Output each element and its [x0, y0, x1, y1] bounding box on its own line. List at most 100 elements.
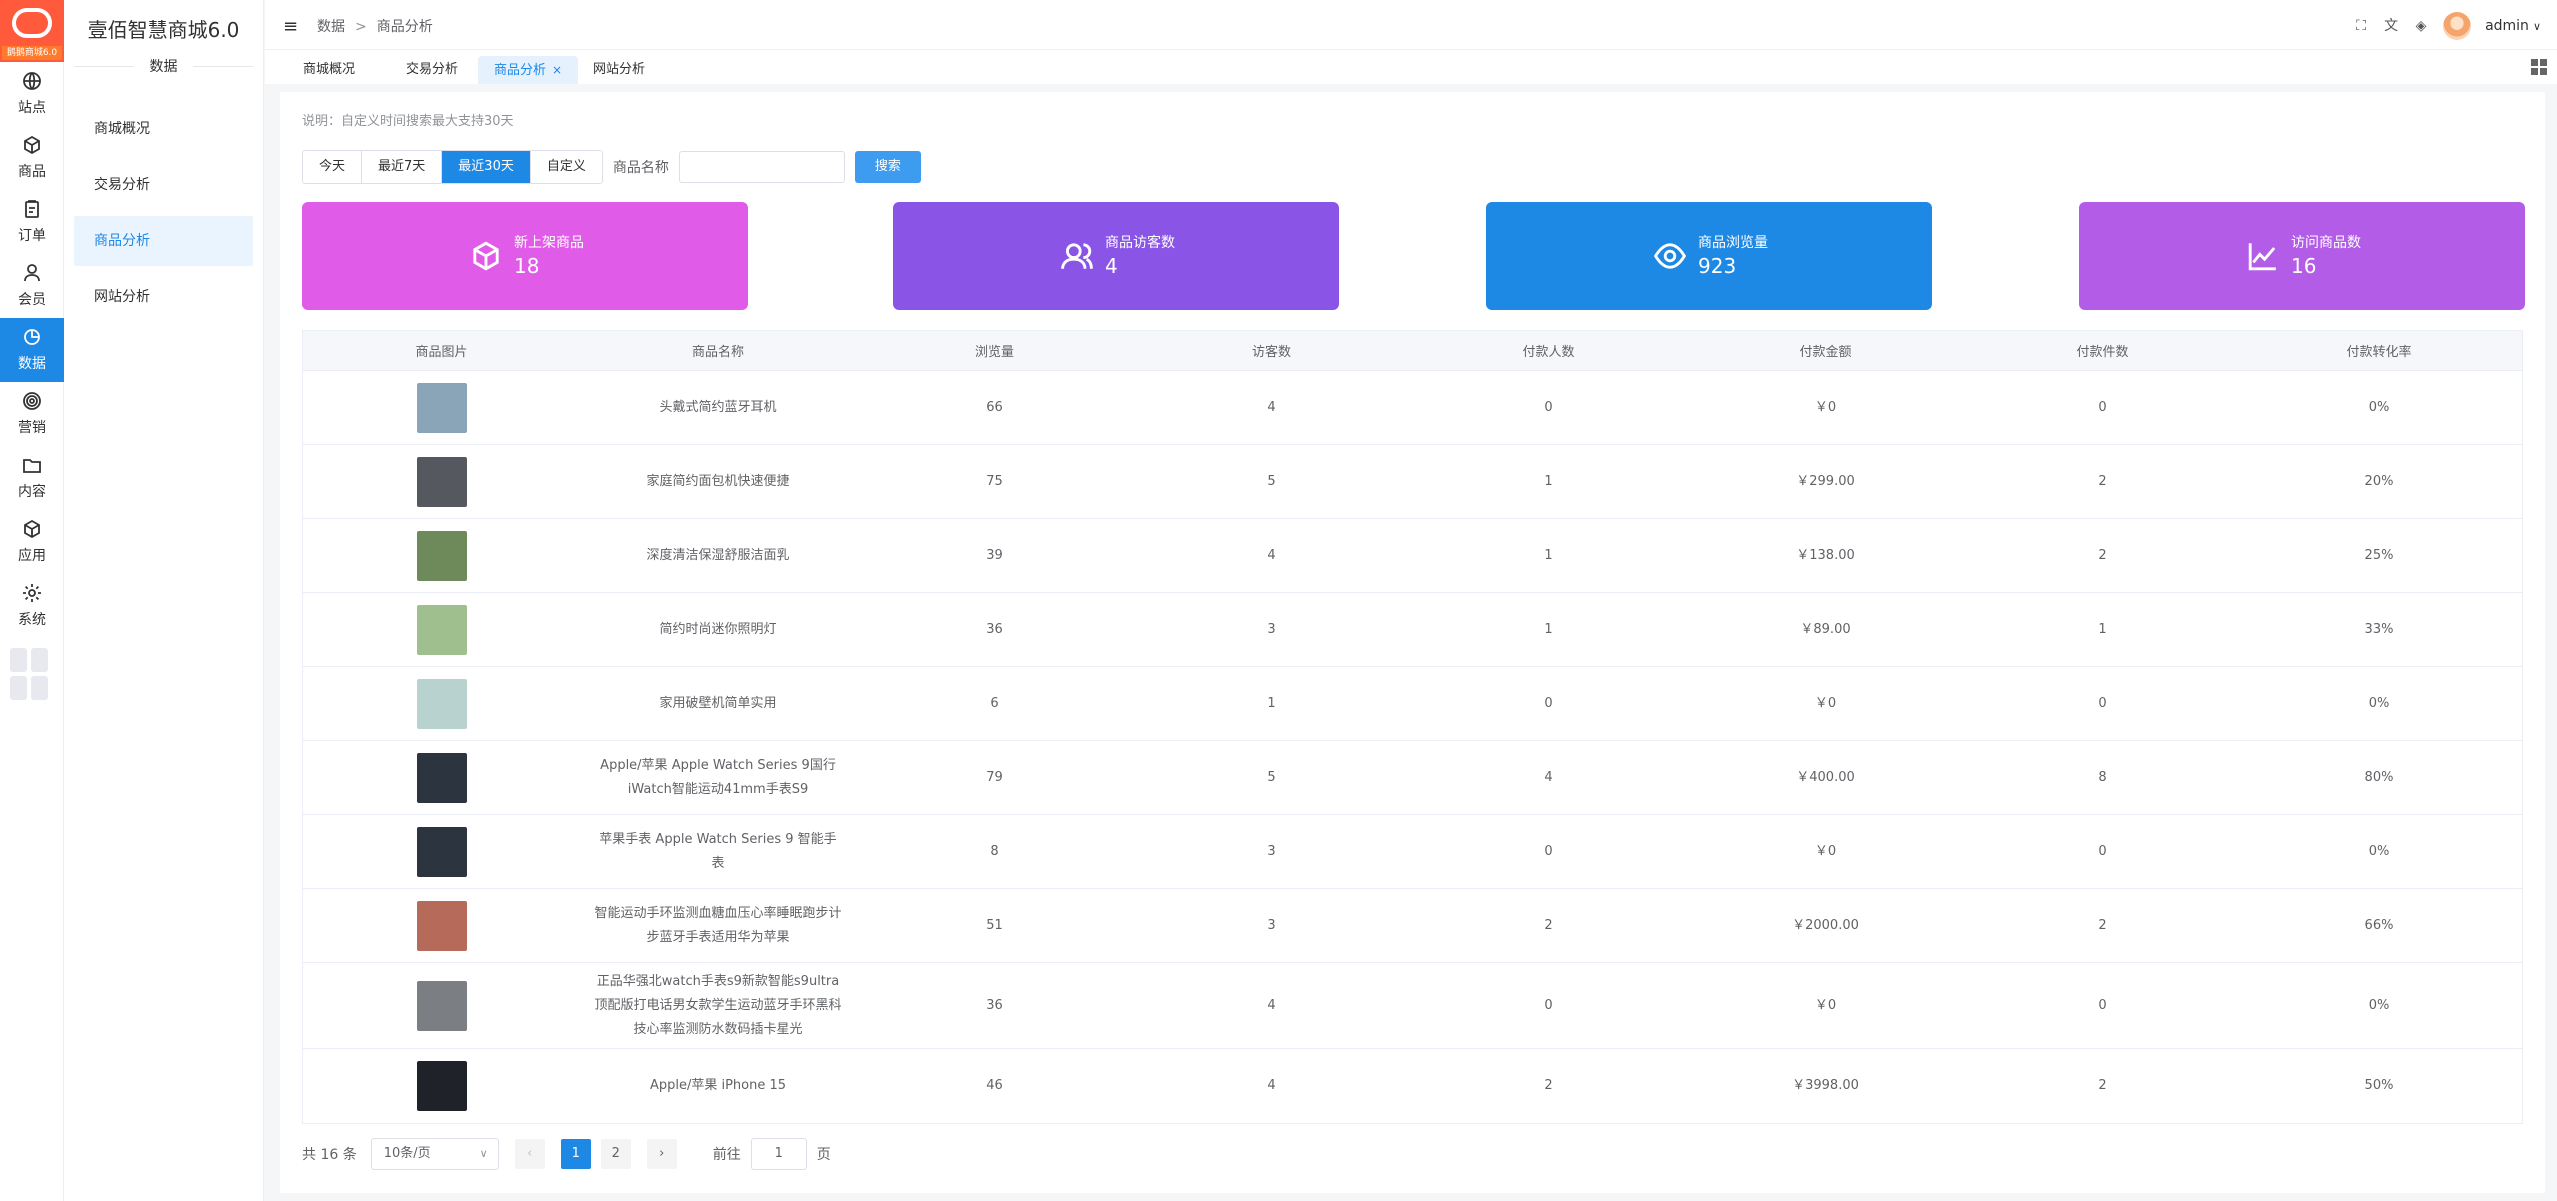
- range-option-3[interactable]: 自定义: [530, 151, 602, 183]
- cell-qty: 8: [2098, 769, 2107, 785]
- rail-item-label: 订单: [18, 228, 46, 244]
- page-button-2[interactable]: 2: [600, 1139, 631, 1169]
- product-thumbnail[interactable]: [416, 826, 467, 877]
- range-option-2[interactable]: 最近30天: [442, 151, 531, 183]
- next-page-button[interactable]: ›: [646, 1139, 677, 1169]
- table-row[interactable]: 苹果手表 Apple Watch Series 9 智能手表 8 3 0 ￥0 0 0%: [303, 815, 2522, 889]
- table-row[interactable]: 家用破壁机简单实用 6 1 0 ￥0 0 0%: [303, 667, 2522, 741]
- product-thumbnail[interactable]: [416, 752, 467, 803]
- cell-amount: ￥3998.00: [1792, 1078, 1859, 1093]
- stat-cards: 新上架商品 18 商品访客数 4 商品浏览量 923 访问商品数 16: [302, 202, 2525, 310]
- sidebar-item-3[interactable]: 网站分析: [74, 272, 253, 322]
- rail-item-3[interactable]: 会员: [0, 254, 64, 318]
- cell-amount: ￥0: [1814, 997, 1837, 1013]
- rail-item-6[interactable]: 内容: [0, 446, 64, 510]
- app-logo[interactable]: 鹅鹅商城6.0: [0, 0, 64, 62]
- tab-label: 商品分析: [494, 63, 547, 78]
- page-size-select[interactable]: 10条/页 ∨: [370, 1138, 499, 1170]
- rail-item-4[interactable]: 数据: [0, 318, 64, 382]
- rail-item-2[interactable]: 订单: [0, 190, 64, 254]
- page-button-1[interactable]: 1: [560, 1139, 591, 1169]
- table-row[interactable]: 简约时尚迷你照明灯 36 3 1 ￥89.00 1 33%: [303, 593, 2522, 667]
- rail-item-0[interactable]: 站点: [0, 62, 64, 126]
- cell-rate: 0%: [2368, 399, 2390, 415]
- table-row[interactable]: Apple/苹果 iPhone 15 46 4 2 ￥3998.00 2 50%: [303, 1049, 2522, 1123]
- product-thumbnail[interactable]: [416, 530, 467, 581]
- cell-amount: ￥0: [1814, 843, 1837, 859]
- cell-visitors: 4: [1267, 997, 1276, 1013]
- prev-page-button[interactable]: ‹: [514, 1139, 545, 1169]
- product-thumbnail[interactable]: [416, 980, 467, 1031]
- rail-item-7[interactable]: 应用: [0, 510, 64, 574]
- search-button[interactable]: 搜索: [854, 151, 921, 183]
- rail-item-label: 应用: [18, 548, 46, 564]
- menu-toggle-icon[interactable]: ≡: [283, 16, 298, 37]
- product-name: 头戴式简约蓝牙耳机: [659, 399, 777, 415]
- rail-item-label: 站点: [18, 100, 46, 116]
- rail-item-label: 营销: [18, 420, 46, 436]
- chevron-down-icon[interactable]: ∨: [2533, 20, 2541, 33]
- tab-label: 交易分析: [406, 62, 459, 77]
- rail-item-label: 数据: [18, 356, 46, 372]
- product-thumbnail[interactable]: [416, 604, 467, 655]
- table-row[interactable]: 家庭简约面包机快速便捷 75 5 1 ￥299.00 2 20%: [303, 445, 2522, 519]
- sidebar-item-2[interactable]: 商品分析: [74, 216, 253, 266]
- rail-item-1[interactable]: 商品: [0, 126, 64, 190]
- product-thumbnail[interactable]: [416, 382, 467, 433]
- cell-qty: 0: [2098, 843, 2107, 859]
- pagination: 共 16 条 10条/页 ∨ ‹ 12 › 前往 1 页: [302, 1138, 831, 1170]
- breadcrumb-item-data[interactable]: 数据: [317, 19, 345, 35]
- column-header: 商品名称: [691, 345, 744, 360]
- tab-1[interactable]: 交易分析: [390, 56, 474, 84]
- table-row[interactable]: Apple/苹果 Apple Watch Series 9国行iWatch智能运…: [303, 741, 2522, 815]
- product-thumbnail[interactable]: [416, 1061, 467, 1111]
- cell-rate: 20%: [2364, 473, 2394, 489]
- product-thumbnail[interactable]: [416, 456, 467, 507]
- fullscreen-icon[interactable]: ⛶: [2353, 18, 2369, 34]
- folder-icon: [22, 455, 42, 475]
- sidebar-item-0[interactable]: 商城概况: [74, 104, 253, 154]
- language-icon[interactable]: 文: [2383, 18, 2399, 34]
- sidebar-item-1[interactable]: 交易分析: [74, 160, 253, 210]
- cell-views: 8: [990, 843, 999, 859]
- grid-menu-icon[interactable]: [2531, 59, 2547, 75]
- cell-payers: 1: [1544, 473, 1553, 489]
- avatar[interactable]: [2443, 12, 2472, 40]
- product-thumbnail[interactable]: [416, 900, 467, 951]
- cube-icon: [470, 240, 502, 272]
- tab-0[interactable]: 商城概况: [287, 56, 371, 84]
- tab-2[interactable]: 商品分析 ×: [478, 56, 579, 84]
- filter-bar: 今天 最近7天 最近30天 自定义 商品名称 搜索: [302, 150, 921, 184]
- breadcrumb: 数据 > 商品分析: [317, 16, 433, 36]
- tab-3[interactable]: 网站分析: [577, 56, 661, 84]
- cell-payers: 2: [1544, 917, 1553, 933]
- header-tools: ⛶ 文 ◈ admin ∨: [2353, 12, 2541, 40]
- product-name-input[interactable]: [678, 151, 845, 183]
- cell-views: 66: [986, 399, 1003, 415]
- user-name[interactable]: admin: [2485, 18, 2529, 34]
- rail-item-5[interactable]: 营销: [0, 382, 64, 446]
- cell-visitors: 3: [1267, 843, 1276, 859]
- cell-amount: ￥400.00: [1796, 769, 1855, 785]
- goto-page-input[interactable]: 1: [750, 1138, 807, 1170]
- product-thumbnail[interactable]: [416, 678, 467, 729]
- cell-qty: 2: [2098, 1078, 2107, 1093]
- cell-rate: 25%: [2364, 547, 2394, 563]
- logo-mark: [12, 8, 52, 38]
- cell-views: 79: [986, 769, 1003, 785]
- table-row[interactable]: 头戴式简约蓝牙耳机 66 4 0 ￥0 0 0%: [303, 371, 2522, 445]
- range-option-1[interactable]: 最近7天: [362, 151, 443, 183]
- cell-amount: ￥0: [1814, 695, 1837, 711]
- table-row[interactable]: 正品华强北watch手表s9新款智能s9ultra顶配版打电话男女款学生运动蓝牙…: [303, 963, 2522, 1049]
- sidebar-title: 壹佰智慧商城6.0: [87, 18, 240, 42]
- table-row[interactable]: 深度清洁保湿舒服洁面乳 39 4 1 ￥138.00 2 25%: [303, 519, 2522, 593]
- range-option-0[interactable]: 今天: [303, 151, 363, 183]
- close-icon[interactable]: ×: [552, 63, 562, 77]
- stat-title: 访问商品数: [2291, 235, 2361, 251]
- cell-views: 36: [986, 621, 1003, 637]
- rail-item-8[interactable]: 系统: [0, 574, 64, 638]
- table-row[interactable]: 智能运动手环监测血糖血压心率睡眠跑步计步蓝牙手表适用华为苹果 51 3 2 ￥2000.…: [303, 889, 2522, 963]
- theme-icon[interactable]: ◈: [2413, 18, 2429, 34]
- cell-views: 51: [986, 917, 1003, 933]
- cell-payers: 1: [1544, 547, 1553, 563]
